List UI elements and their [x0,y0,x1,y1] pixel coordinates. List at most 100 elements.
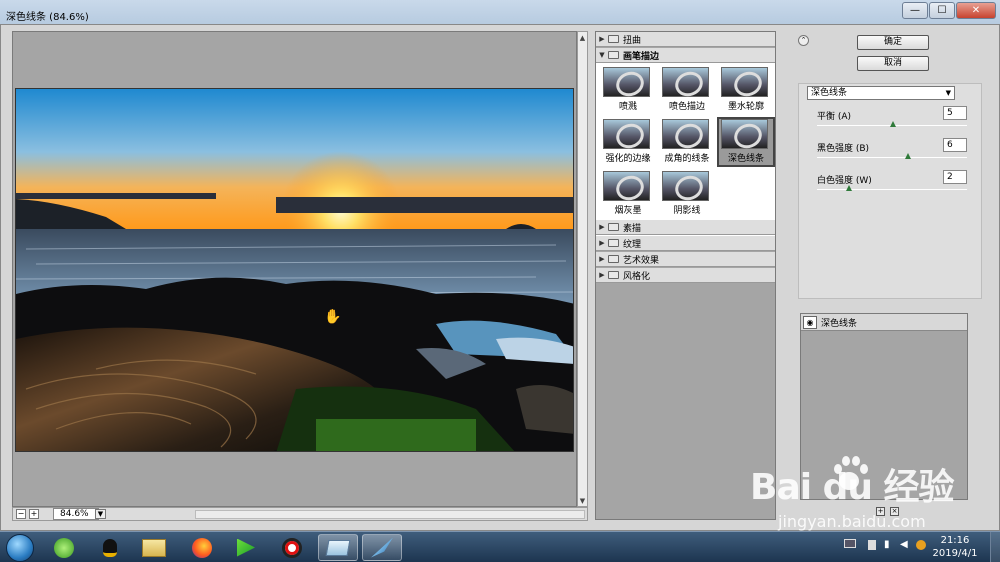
zoom-out-button[interactable]: − [16,509,26,519]
recorder-icon[interactable] [272,534,312,561]
zoom-in-button[interactable]: + [29,509,39,519]
folder-icon [608,255,619,263]
param-balance: 平衡 (A) 5 [817,104,967,134]
category-sketch[interactable]: ▶ 素描 [596,220,775,235]
clock-time[interactable]: 21:16 [924,535,986,546]
close-button[interactable]: ✕ [956,2,996,19]
category-distort[interactable]: ▶ 扭曲 [596,32,775,47]
maximize-button[interactable]: ☐ [929,2,955,19]
thumbnail-image [662,67,709,97]
category-label: 风格化 [623,271,651,282]
folder-icon [608,35,619,43]
watermark-text: Bai du 经验 [750,467,955,508]
param-value-input[interactable]: 6 [943,138,967,152]
thumbnail-image [603,119,650,149]
volume-icon[interactable]: ◀ [900,539,908,550]
video-player-icon[interactable] [226,534,266,561]
zoom-dropdown-icon[interactable]: ▼ [95,509,106,519]
start-button[interactable] [6,534,34,562]
baidu-watermark: Bai du 经验 jingyan.baidu.com [750,452,990,532]
thumb-angled-strokes[interactable]: 成角的线条 [658,117,716,167]
category-stylize[interactable]: ▶ 风格化 [596,268,775,283]
eye-icon[interactable]: ◉ [803,315,817,329]
preview-horizontal-scrollbar[interactable] [195,510,585,519]
photoshop-feather-icon[interactable] [362,534,402,561]
category-label: 扭曲 [623,35,642,46]
thumb-label: 墨水轮廓 [727,102,764,112]
slider-knob-icon[interactable] [846,185,852,191]
thumb-spatter[interactable]: 喷溅 [599,65,657,115]
thumb-label: 阴影线 [673,206,701,216]
param-value-input[interactable]: 5 [943,106,967,120]
param-label: 黑色强度 (B) [817,144,870,154]
layer-label: 深色线条 [821,318,858,329]
expanded-arrow-icon: ▼ [599,51,605,59]
zoom-value-field[interactable]: 84.6% [53,508,99,520]
show-desktop-button[interactable] [990,532,1000,562]
cancel-button[interactable]: 取消 [857,56,929,71]
system-tray[interactable]: ▮ ◀ [838,535,938,559]
preview-canvas[interactable]: ✋ [12,31,577,507]
file-explorer-icon[interactable] [134,534,174,561]
app-360-icon[interactable] [44,534,84,561]
ok-button[interactable]: 确定 [857,35,929,50]
param-black-intensity: 黑色强度 (B) 6 [817,136,967,166]
clock-date[interactable]: 2019/4/1 [924,548,986,559]
collapsed-arrow-icon: ▶ [599,239,605,247]
svg-text:✋: ✋ [324,308,341,325]
thumb-ink-outlines[interactable]: 墨水轮廓 [717,65,775,115]
slider-knob-icon[interactable] [890,121,896,127]
app-window-icon[interactable] [318,534,358,561]
thumbnail-image [662,171,709,201]
param-value-input[interactable]: 2 [943,170,967,184]
filter-settings: 深色线条 ▼ 平衡 (A) 5 黑色强度 (B) 6 白色强度 (W) 2 [798,83,982,299]
thumbnail-image [721,67,768,97]
thumbnail-image [662,119,709,149]
filter-select[interactable]: 深色线条 ▼ [807,86,955,100]
thumb-label: 喷色描边 [668,102,705,112]
preview-image[interactable]: ✋ [15,88,574,452]
collapsed-arrow-icon: ▶ [599,255,605,263]
category-texture[interactable]: ▶ 纹理 [596,236,775,251]
param-label: 白色强度 (W) [817,176,872,186]
folder-icon [608,271,619,279]
network-icon[interactable]: ▮ [884,539,890,550]
dropdown-arrow-icon: ▼ [945,89,951,97]
thumb-crosshatch[interactable]: 阴影线 [658,169,716,219]
collapsed-arrow-icon: ▶ [599,271,605,279]
category-label: 艺术效果 [623,255,660,266]
filter-gallery: ▶ 扭曲 ▼ 画笔描边 喷溅 喷色描边 墨水轮廓 强化的边缘 成角的线条 深色线… [595,31,776,520]
minimize-button[interactable]: — [902,2,928,19]
param-white-intensity: 白色强度 (W) 2 [817,168,967,198]
scroll-up-icon[interactable]: ▲ [578,33,587,43]
param-label: 平衡 (A) [817,112,852,122]
category-label: 纹理 [623,239,642,250]
folder-icon [608,223,619,231]
zoom-bar: − + 84.6% ▼ [12,507,588,521]
keyboard-icon[interactable] [844,539,856,548]
category-artistic[interactable]: ▶ 艺术效果 [596,252,775,267]
taskbar: ▮ ◀ 21:16 2019/4/1 [0,531,1000,562]
firefox-icon[interactable] [182,534,222,561]
slider-knob-icon[interactable] [905,153,911,159]
slider-track[interactable] [817,189,967,190]
qq-icon[interactable] [90,534,130,561]
category-brush-strokes[interactable]: ▼ 画笔描边 [596,48,775,63]
thumb-label: 烟灰墨 [614,206,642,216]
slider-track[interactable] [817,157,967,158]
thumb-sumi-e[interactable]: 烟灰墨 [599,169,657,219]
folder-icon [608,51,619,59]
collapse-gallery-button[interactable]: ⌃ [798,35,809,46]
preview-vertical-scrollbar[interactable]: ▲ ▼ [577,31,588,507]
thumb-label: 深色线条 [727,154,764,164]
scroll-down-icon[interactable]: ▼ [578,496,587,506]
thumb-accented-edges[interactable]: 强化的边缘 [599,117,657,167]
effect-layer-row[interactable]: ◉ 深色线条 [801,314,967,331]
thumb-dark-strokes[interactable]: 深色线条 [717,117,775,167]
battery-icon[interactable] [868,540,876,550]
collapsed-arrow-icon: ▶ [599,35,605,43]
thumb-label: 成角的线条 [664,154,710,164]
thumb-sprayed-strokes[interactable]: 喷色描边 [658,65,716,115]
window-title: 深色线条 (84.6%) [6,12,89,23]
collapsed-arrow-icon: ▶ [599,223,605,231]
